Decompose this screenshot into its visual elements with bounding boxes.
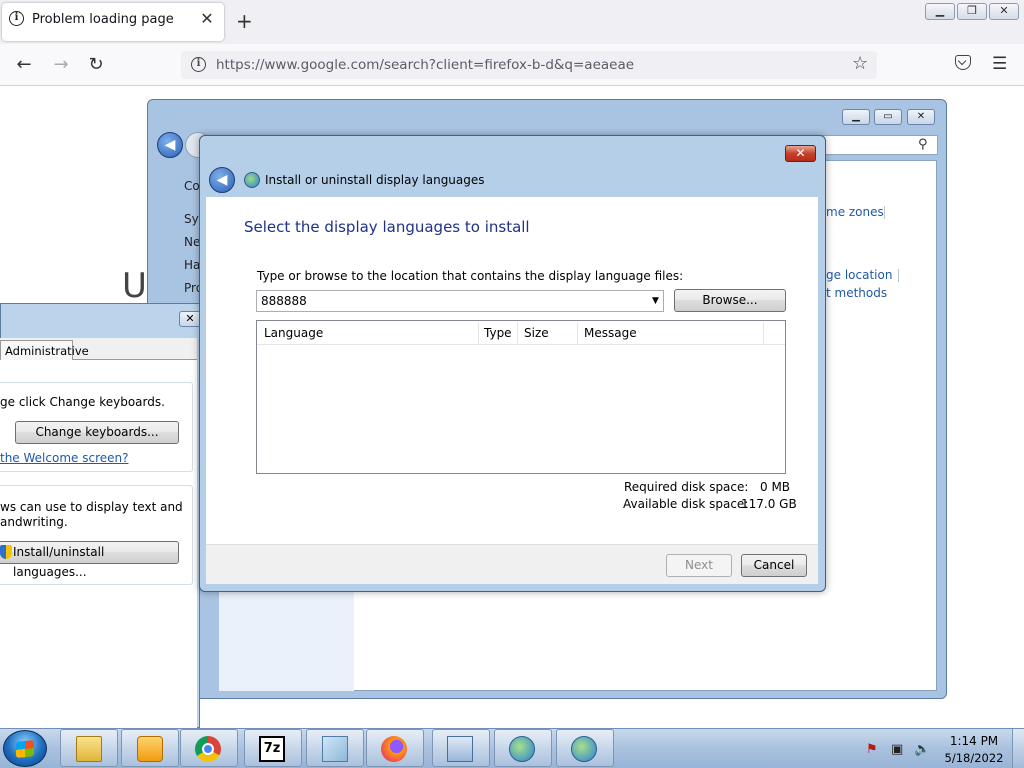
folder-icon	[76, 736, 102, 762]
info-icon: i	[9, 11, 24, 26]
browse-button[interactable]: Browse...	[674, 289, 786, 312]
cp-link-input-methods[interactable]: t methods	[826, 286, 887, 300]
dialog-close-button[interactable]: ✕	[785, 145, 816, 162]
globe-icon	[571, 736, 597, 762]
page-heading-partial: U	[122, 266, 147, 306]
cp-side-item[interactable]: Co	[184, 179, 200, 193]
next-button[interactable]: Next	[666, 554, 732, 577]
cp-side-item[interactable]: Ne	[184, 235, 200, 249]
action-center-flag-icon[interactable]: ⚑	[866, 742, 878, 757]
change-keyboards-button[interactable]: Change keyboards...	[15, 421, 179, 444]
column-header-language[interactable]: Language	[264, 326, 323, 340]
globe-clock-icon	[509, 736, 535, 762]
cp-minimize-button[interactable]: ▁	[842, 109, 870, 125]
control-panel-left-pane	[219, 590, 354, 691]
forward-arrow-icon[interactable]: →	[50, 54, 72, 75]
language-list-header	[257, 321, 785, 345]
cp-back-arrow-icon[interactable]: ◀	[157, 132, 183, 158]
chevron-down-icon[interactable]: ▼	[648, 291, 663, 311]
cp-link-separator	[898, 269, 899, 282]
uac-shield-icon	[0, 545, 12, 559]
window-minimize-button[interactable]: ▁	[925, 3, 955, 20]
cancel-button[interactable]: Cancel	[741, 554, 807, 577]
cp-maximize-button[interactable]: ▭	[874, 109, 902, 125]
media-player-icon	[137, 736, 163, 762]
dialog-prompt: Type or browse to the location that cont…	[257, 269, 684, 283]
chrome-icon	[195, 736, 221, 762]
cp-close-button[interactable]: ✕	[907, 109, 935, 125]
rl-display-text-line1: ws can use to display text and	[0, 500, 183, 514]
show-desktop-button[interactable]	[1012, 729, 1024, 768]
cp-link-time-zones[interactable]: me zones	[826, 205, 884, 219]
new-tab-icon[interactable]: +	[236, 9, 253, 33]
column-header-message[interactable]: Message	[584, 326, 637, 340]
volume-icon[interactable]: 🔈	[914, 742, 930, 757]
window-close-button[interactable]: ✕	[989, 3, 1019, 20]
column-separator[interactable]	[478, 322, 479, 344]
windows-logo-icon	[16, 740, 34, 758]
search-icon[interactable]: ⚲	[918, 137, 928, 152]
hamburger-menu-icon[interactable]: ☰	[992, 54, 1007, 74]
available-space-value: 117.0 GB	[741, 497, 797, 511]
column-separator[interactable]	[577, 322, 578, 344]
bookmark-star-icon[interactable]: ☆	[852, 53, 868, 74]
back-arrow-icon[interactable]: ←	[13, 54, 35, 75]
rl-keyboard-text: ge click Change keyboards.	[0, 395, 165, 409]
control-panel-icon	[447, 736, 473, 762]
tab-title: Problem loading page	[32, 12, 174, 27]
site-info-icon[interactable]: i	[191, 57, 206, 72]
column-header-size[interactable]: Size	[524, 326, 549, 340]
required-space-value: 0 MB	[760, 480, 791, 494]
dialog-title: Install or uninstall display languages	[265, 173, 485, 187]
rl-display-text-line2: andwriting.	[0, 515, 68, 529]
reload-icon[interactable]: ↻	[85, 54, 107, 75]
globe-icon	[244, 172, 260, 188]
tab-close-icon[interactable]: ✕	[199, 9, 215, 28]
network-icon[interactable]: ▣	[891, 742, 903, 757]
required-space-label: Required disk space:	[624, 480, 749, 494]
column-header-type[interactable]: Type	[484, 326, 512, 340]
cp-link-separator	[884, 206, 885, 219]
column-separator[interactable]	[517, 322, 518, 344]
window-restore-button[interactable]: ❐	[957, 3, 987, 20]
cp-link-location[interactable]: ge location	[826, 268, 892, 282]
dialog-heading: Select the display languages to install	[244, 218, 530, 236]
firefox-icon	[381, 736, 407, 762]
clock-time[interactable]: 1:14 PM	[941, 734, 1007, 748]
clock-date[interactable]: 5/18/2022	[941, 751, 1007, 765]
url-text[interactable]: https://www.google.com/search?client=fir…	[216, 57, 634, 73]
7zip-icon: 7z	[259, 736, 285, 762]
dialog-back-arrow-icon[interactable]: ◀	[209, 167, 235, 193]
available-space-label: Available disk space:	[623, 497, 749, 511]
welcome-screen-link[interactable]: the Welcome screen?	[0, 451, 128, 465]
language-path-combobox[interactable]: 888888	[256, 290, 664, 312]
cp-side-item[interactable]: Ha	[184, 258, 200, 272]
tab-administrative[interactable]: Administrative	[0, 340, 89, 360]
notepad-icon	[322, 736, 348, 762]
install-uninstall-languages-button[interactable]: Install/uninstall languages...	[0, 541, 179, 579]
rl-close-button[interactable]: ✕	[179, 311, 201, 327]
column-separator[interactable]	[763, 322, 764, 344]
